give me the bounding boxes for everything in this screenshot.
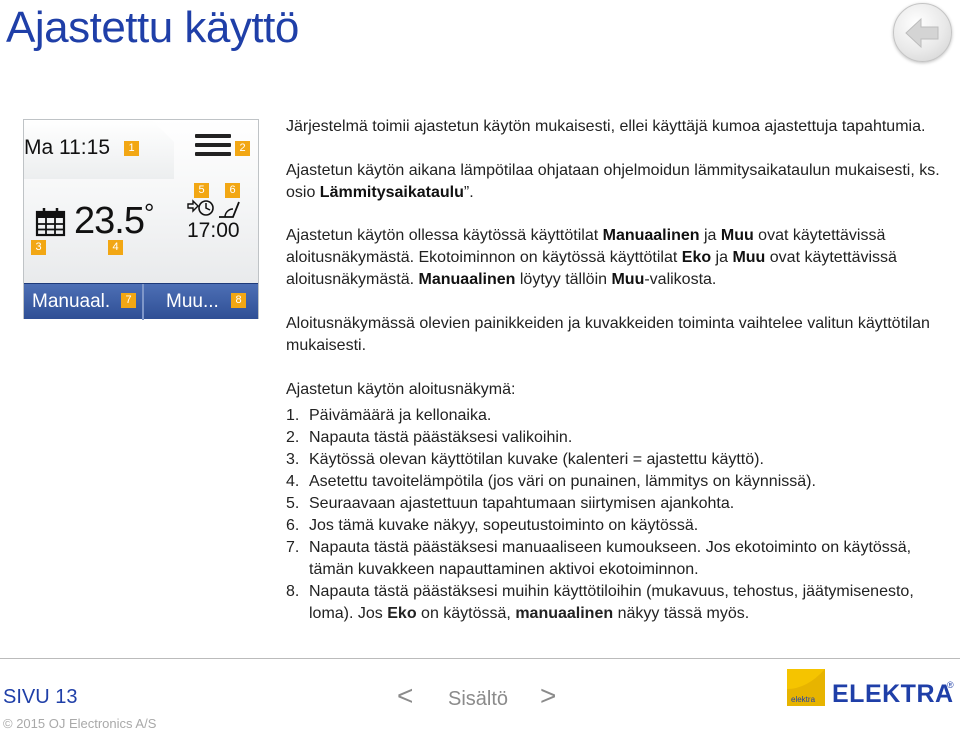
callout-badge-7: 7 xyxy=(121,293,136,308)
intro-paragraph-1: Järjestelmä toimii ajastetun käytön muka… xyxy=(286,118,926,135)
calendar-icon xyxy=(35,208,66,237)
list-item: 1. Päivämäärä ja kellonaika. xyxy=(286,407,492,424)
next-page-button[interactable]: > xyxy=(540,680,556,712)
intro-paragraph-3: Ajastetun käytön ollessa käytössä käyttö… xyxy=(286,227,897,288)
thermostat-screen: Ma 11:15 23.5° 17:00 Manuaal. Muu... 1 2… xyxy=(23,119,259,320)
list-item: 6. Jos tämä kuvake näkyy, sopeutustoimint… xyxy=(286,517,699,534)
list-item: 8. Napauta tästä päästäksesi muihin käytt… xyxy=(286,583,914,622)
list-item: 7. Napauta tästä päästäksesi manuaaliseen… xyxy=(286,539,912,578)
callout-badge-6: 6 xyxy=(225,183,240,198)
intro-paragraph-4: Aloitusnäkymässä olevien painikkeiden ja… xyxy=(286,315,930,354)
callout-badge-3: 3 xyxy=(31,240,46,255)
menu-icon[interactable] xyxy=(195,134,231,160)
list-heading: Ajastetun käytön aloitusnäkymä: xyxy=(286,381,516,398)
callout-badge-1: 1 xyxy=(124,141,139,156)
elektra-logo-text: ELEKTRA xyxy=(832,680,954,708)
footer-divider xyxy=(0,658,960,659)
page-number: SIVU 13 xyxy=(3,686,78,708)
schedule-link[interactable]: Lämmitysaikataulu xyxy=(320,184,464,201)
adaptive-clock-icon xyxy=(187,199,214,216)
status-icons xyxy=(187,199,240,218)
back-arrow-icon xyxy=(905,17,939,49)
list-item: 2. Napauta tästä päästäksesi valikoihin. xyxy=(286,429,573,446)
manual-button[interactable]: Manuaal. xyxy=(32,291,110,313)
callout-badge-4: 4 xyxy=(108,240,123,255)
intro-paragraph-2: Ajastetun käytön aikana lämpötilaa ohjat… xyxy=(286,162,940,201)
device-bottom-bar: Manuaal. Muu... xyxy=(24,283,258,320)
copyright-text: © 2015 OJ Electronics A/S xyxy=(3,716,157,731)
list-item: 4. Asetettu tavoitelämpötila (jos väri on… xyxy=(286,473,816,490)
elektra-logo-icon: elektra xyxy=(787,669,825,706)
registered-mark: ® xyxy=(947,680,954,690)
list-item: 3. Käytössä olevan käyttötilan kuvake (ka… xyxy=(286,451,764,468)
toc-link[interactable]: Sisältö xyxy=(448,688,508,711)
callout-badge-8: 8 xyxy=(231,293,246,308)
svg-text:elektra: elektra xyxy=(791,695,816,704)
page-title: Ajastettu käyttö xyxy=(6,3,299,52)
callout-badge-2: 2 xyxy=(235,141,250,156)
list-item: 5. Seuraavaan ajastettuun tapahtumaan sii… xyxy=(286,495,735,512)
prev-page-button[interactable]: < xyxy=(397,680,413,712)
other-modes-button[interactable]: Muu... xyxy=(166,291,219,313)
bar-divider xyxy=(142,284,144,320)
target-temperature: 23.5° xyxy=(74,198,154,242)
next-event-time: 17:00 xyxy=(187,219,240,242)
window-open-icon xyxy=(219,201,240,218)
callout-badge-5: 5 xyxy=(194,183,209,198)
back-button[interactable] xyxy=(893,3,952,62)
datetime-text: Ma 11:15 xyxy=(24,136,110,159)
legend-list: 1. Päivämäärä ja kellonaika. 2. Napauta tä… xyxy=(286,405,958,625)
